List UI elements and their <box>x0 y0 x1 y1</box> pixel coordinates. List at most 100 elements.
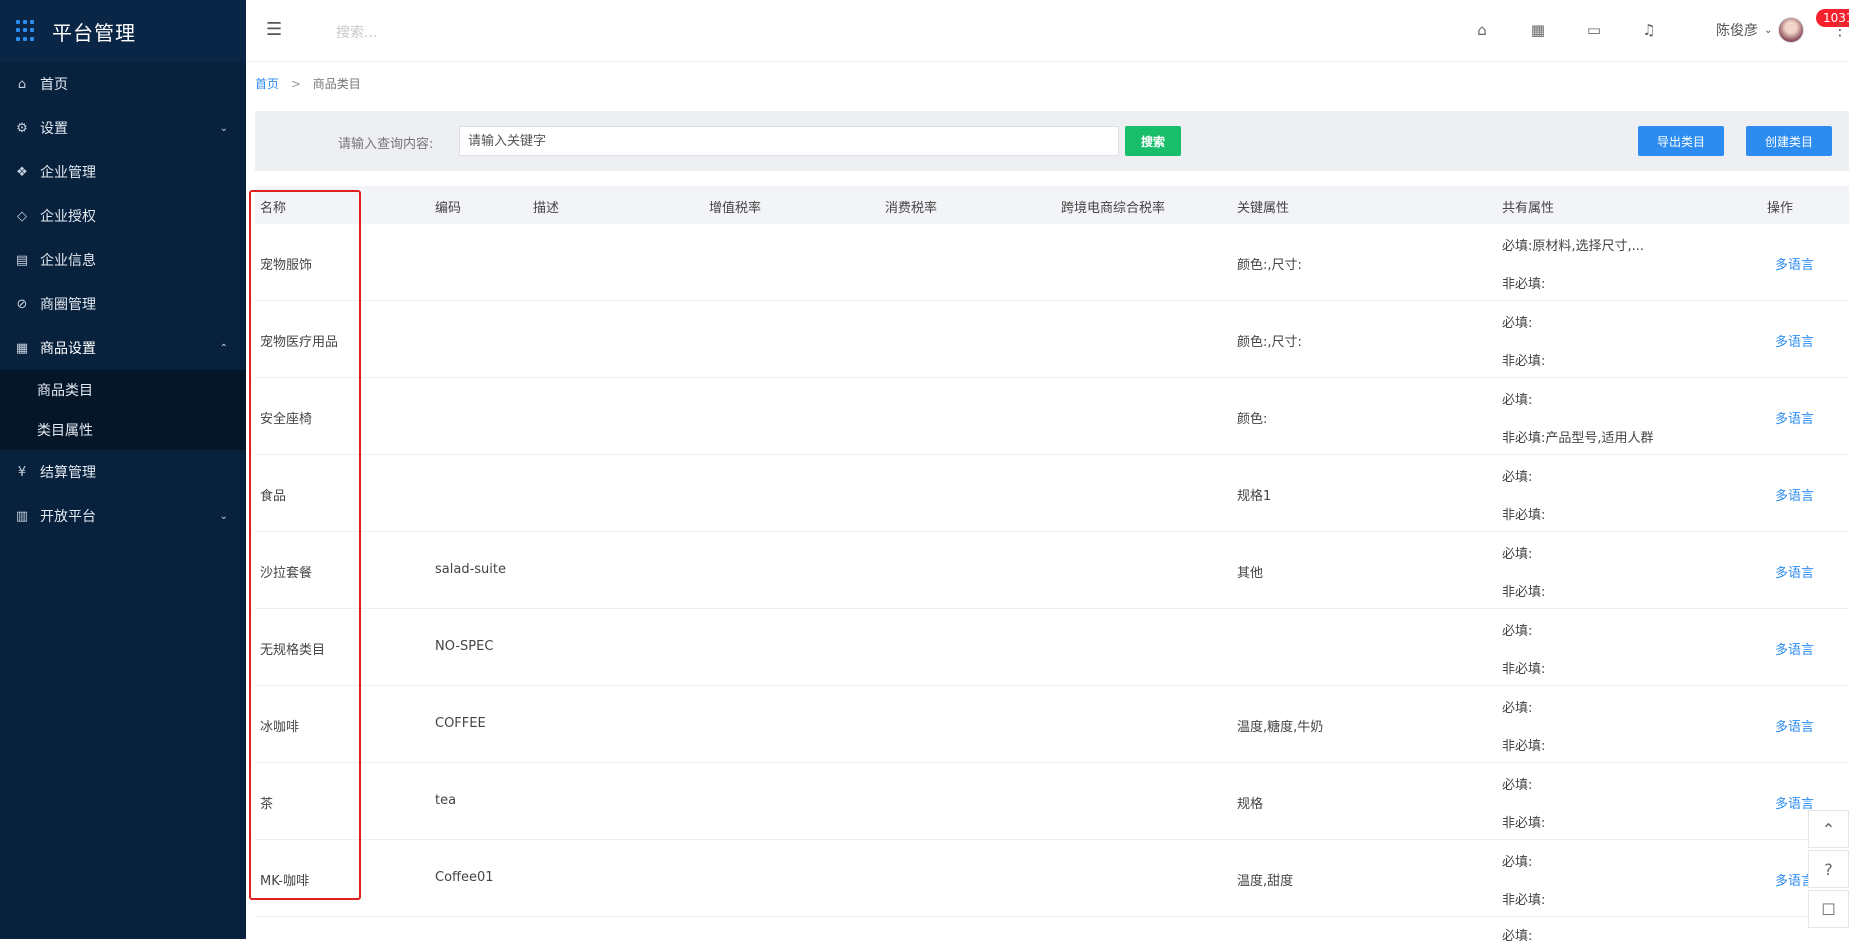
table-row: MK-咖啡 Coffee01 温度,甜度 必填: 非必填: 多语言 <box>255 840 1849 917</box>
sidebar-item-home[interactable]: ⌂ 首页 <box>0 62 246 106</box>
sidebar-item-enterprise-authorization[interactable]: ◇ 企业授权 <box>0 194 246 238</box>
search-button[interactable]: 搜索 <box>1125 126 1181 156</box>
breadcrumb-home-link[interactable]: 首页 <box>255 77 279 91</box>
feedback-chat-icon[interactable]: ☐ <box>1808 890 1849 928</box>
cell-key-attributes: 规格1 <box>1237 489 1272 504</box>
cell-code: NO-SPEC <box>435 639 494 654</box>
required-attributes: 必填: <box>1502 701 1533 716</box>
category-table: 名称 编码 描述 增值税率 消费税率 跨境电商综合税率 关键属性 共有属性 操作… <box>255 186 1849 944</box>
multilanguage-link[interactable]: 多语言 <box>1775 639 1814 658</box>
column-header-consumption-tax: 消费税率 <box>885 201 938 216</box>
sidebar-item-label: 结算管理 <box>40 465 96 481</box>
query-label: 请输入查询内容: <box>338 137 434 152</box>
cell-key-attributes: 颜色:,尺寸: <box>1237 335 1302 350</box>
optional-attributes: 非必填: <box>1502 354 1546 369</box>
sidebar-item-label: 企业授权 <box>40 209 96 225</box>
table-row: 冰咖啡 COFFEE 温度,糖度,牛奶 必填: 非必填: 多语言 <box>255 686 1849 763</box>
table-row: 宠物医疗用品 颜色:,尺寸: 必填: 非必填: 多语言 <box>255 301 1849 378</box>
required-attributes: 必填: <box>1502 929 1533 944</box>
optional-attributes: 非必填:产品型号,适用人群 <box>1502 431 1654 446</box>
app-title: 平台管理 <box>52 20 136 45</box>
optional-attributes: 非必填: <box>1502 739 1546 754</box>
sidebar-item-product-settings[interactable]: ▦ 商品设置 ⌃ <box>0 326 246 370</box>
chevron-down-icon: ⌄ <box>1764 24 1773 36</box>
optional-attributes: 非必填: <box>1502 585 1546 600</box>
required-attributes: 必填: <box>1502 470 1533 485</box>
sidebar-item-settlement[interactable]: ¥ 结算管理 <box>0 450 246 494</box>
sidebar-item-open-platform[interactable]: ▥ 开放平台 ⌄ <box>0 494 246 538</box>
cell-name: 沙拉套餐 <box>260 566 313 581</box>
sidebar-subitem-category-attributes[interactable]: 类目属性 <box>0 410 246 450</box>
breadcrumb-current: 商品类目 <box>312 77 361 91</box>
multilanguage-link[interactable]: 多语言 <box>1775 485 1814 504</box>
grid-icon: ▦ <box>15 340 29 356</box>
global-search-input[interactable]: 搜索... <box>336 22 377 42</box>
keyword-search-input[interactable] <box>459 126 1119 156</box>
table-row: 食品 规格1 必填: 非必填: 多语言 <box>255 455 1849 532</box>
column-header-key-attributes: 关键属性 <box>1237 201 1290 216</box>
cell-key-attributes: 温度,甜度 <box>1237 874 1294 889</box>
column-header-crossborder-tax: 跨境电商综合税率 <box>1061 201 1166 216</box>
top-header: ☰ 搜索... ⌂ ▦ ▭ 1031 ♫ 陈俊彦 ⌄ ⋮ <box>246 0 1849 62</box>
sidebar-item-label: 设置 <box>40 121 68 137</box>
home-icon[interactable]: ⌂ <box>1472 20 1492 40</box>
multilanguage-link[interactable]: 多语言 <box>1775 562 1814 581</box>
id-card-icon: ▤ <box>15 252 29 268</box>
compass-icon: ⊘ <box>16 296 28 312</box>
optional-attributes: 非必填: <box>1502 816 1546 831</box>
table-row: 宠物服饰 颜色:,尺寸: 必填:原材料,选择尺寸,... 非必填: 多语言 <box>255 224 1849 301</box>
sidebar-item-business-district[interactable]: ⊘ 商圈管理 <box>0 282 246 326</box>
product-settings-submenu: 商品类目 类目属性 <box>0 370 246 450</box>
multilanguage-link[interactable]: 多语言 <box>1775 254 1814 273</box>
export-category-button[interactable]: 导出类目 <box>1638 126 1724 156</box>
cell-code: salad-suite <box>435 562 506 577</box>
avatar[interactable] <box>1778 17 1804 43</box>
cell-key-attributes: 颜色: <box>1237 412 1268 427</box>
column-header-name: 名称 <box>260 201 287 216</box>
table-row: 茶 tea 规格 必填: 非必填: 多语言 <box>255 763 1849 840</box>
required-attributes: 必填: <box>1502 316 1533 331</box>
user-name: 陈俊彦 <box>1716 23 1758 39</box>
sidebar-item-label: 开放平台 <box>40 509 96 525</box>
message-box-icon[interactable]: ▭ <box>1584 20 1604 40</box>
sidebar-item-label: 企业管理 <box>40 165 96 181</box>
sidebar-item-enterprise-management[interactable]: ❖ 企业管理 <box>0 150 246 194</box>
optional-attributes: 非必填: <box>1502 508 1546 523</box>
user-menu[interactable]: 陈俊彦 ⌄ <box>1716 20 1772 40</box>
required-attributes: 必填: <box>1502 855 1533 870</box>
optional-attributes: 非必填: <box>1502 893 1546 908</box>
cell-name: 宠物服饰 <box>260 258 313 273</box>
more-vertical-icon[interactable]: ⋮ <box>1832 20 1848 39</box>
table-body: 宠物服饰 颜色:,尺寸: 必填:原材料,选择尺寸,... 非必填: 多语言 宠物医疗用品颜… <box>255 224 1849 917</box>
gear-icon: ⚙ <box>16 120 28 136</box>
cell-key-attributes: 其他 <box>1237 566 1264 581</box>
sidebar-item-settings[interactable]: ⚙ 设置 ⌄ <box>0 106 246 150</box>
create-category-button[interactable]: 创建类目 <box>1746 126 1832 156</box>
multilanguage-link[interactable]: 多语言 <box>1775 331 1814 350</box>
cell-key-attributes: 温度,糖度,牛奶 <box>1237 720 1324 735</box>
brand[interactable]: 平台管理 <box>0 0 246 62</box>
help-icon[interactable]: ? <box>1808 850 1849 888</box>
yen-icon: ¥ <box>17 464 27 480</box>
apps-grid-icon[interactable]: ▦ <box>1528 20 1548 40</box>
table-icon: ▥ <box>15 508 29 524</box>
bell-icon[interactable]: ♫ <box>1639 20 1659 40</box>
table-row: 必填: <box>255 917 1849 944</box>
column-header-actions: 操作 <box>1767 201 1794 216</box>
required-attributes: 必填: <box>1502 778 1533 793</box>
apps-icon: ❖ <box>16 164 28 180</box>
sidebar-item-enterprise-info[interactable]: ▤ 企业信息 <box>0 238 246 282</box>
required-attributes: 必填: <box>1502 393 1533 408</box>
chevron-down-icon: ⌄ <box>219 122 228 134</box>
back-to-top-icon[interactable]: ⌃ <box>1808 810 1849 848</box>
multilanguage-link[interactable]: 多语言 <box>1775 408 1814 427</box>
breadcrumb-separator: > <box>290 77 301 91</box>
multilanguage-link[interactable]: 多语言 <box>1775 716 1814 735</box>
column-header-code: 编码 <box>435 201 462 216</box>
table-row: 沙拉套餐 salad-suite 其他 必填: 非必填: 多语言 <box>255 532 1849 609</box>
sidebar-subitem-product-category[interactable]: 商品类目 <box>0 370 246 410</box>
required-attributes: 必填: <box>1502 547 1533 562</box>
app-grid-logo-icon <box>16 20 38 42</box>
menu-fold-icon[interactable]: ☰ <box>266 20 286 40</box>
cell-name: MK-咖啡 <box>260 874 310 889</box>
